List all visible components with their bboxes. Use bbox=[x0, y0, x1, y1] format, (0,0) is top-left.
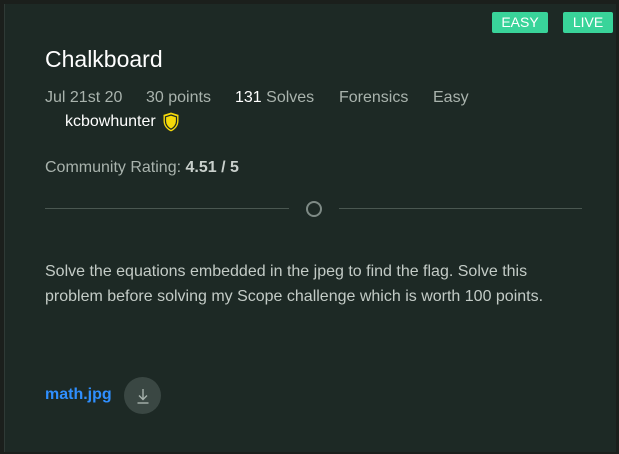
rating-label: Community Rating: bbox=[45, 159, 182, 176]
live-badge: LIVE bbox=[563, 12, 613, 33]
challenge-solves: 131 Solves bbox=[235, 89, 314, 107]
challenge-date: Jul 21st 20 bbox=[45, 89, 123, 106]
challenge-description: Solve the equations embedded in the jpeg… bbox=[45, 263, 544, 305]
solves-label: Solves bbox=[266, 89, 315, 106]
divider-left bbox=[45, 208, 289, 209]
download-icon bbox=[137, 388, 148, 404]
download-button[interactable] bbox=[124, 377, 161, 414]
challenge-title: Chalkboard bbox=[45, 46, 163, 72]
rating-value: 4.51 / 5 bbox=[185, 159, 239, 176]
shield-icon bbox=[162, 111, 180, 133]
author-name[interactable]: kcbowhunter bbox=[65, 113, 156, 131]
file-link[interactable]: math.jpg bbox=[45, 386, 112, 404]
solves-count: 131 bbox=[235, 89, 262, 106]
difficulty-badge: EASY bbox=[492, 12, 548, 33]
circle-icon bbox=[306, 201, 322, 217]
challenge-points: 30 points bbox=[146, 89, 211, 106]
community-rating: Community Rating: 4.51 / 5 bbox=[45, 159, 239, 177]
challenge-category: Forensics bbox=[339, 89, 409, 106]
challenge-author[interactable]: kcbowhunter bbox=[65, 110, 180, 134]
challenge-card: EASY LIVE Chalkboard Jul 21st 20 30 poin… bbox=[4, 4, 616, 452]
divider-right bbox=[339, 208, 582, 209]
challenge-difficulty: Easy bbox=[433, 89, 469, 106]
